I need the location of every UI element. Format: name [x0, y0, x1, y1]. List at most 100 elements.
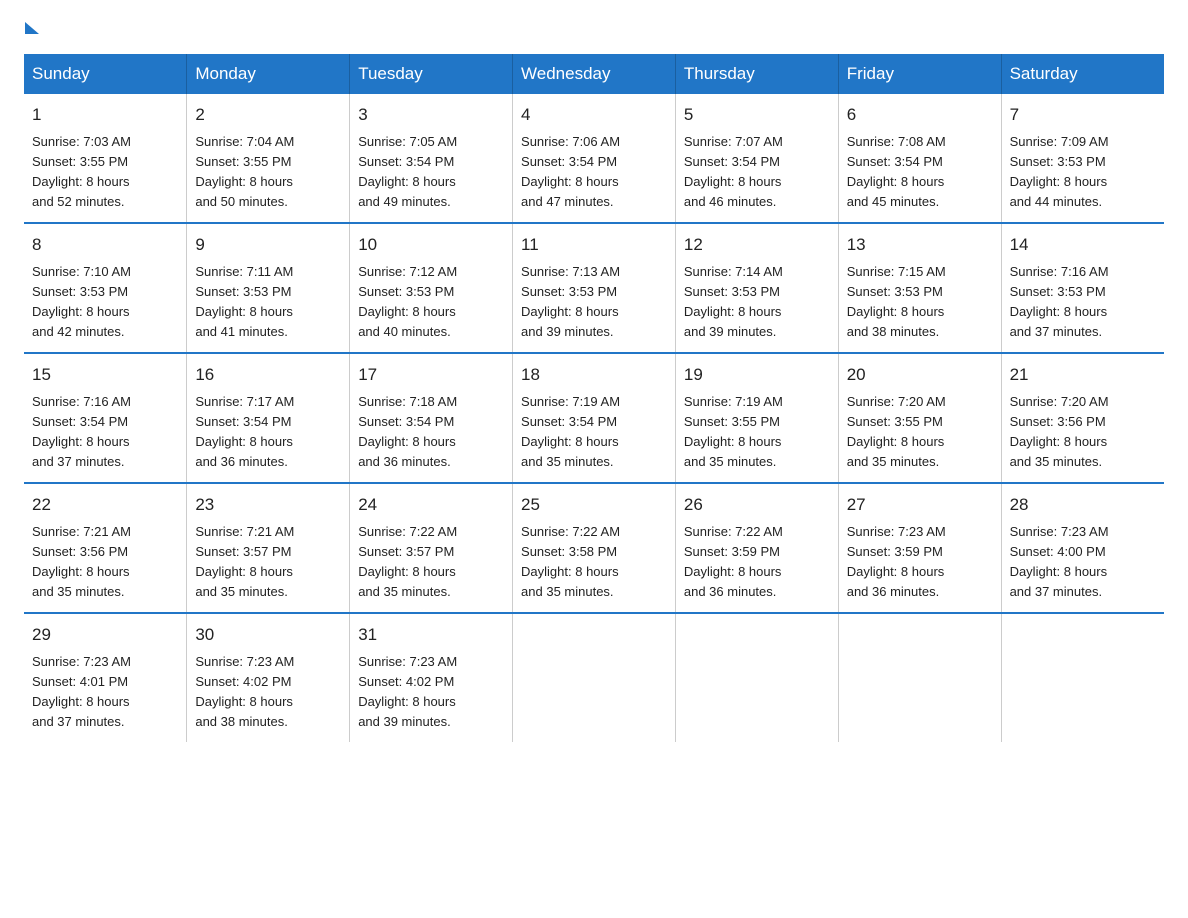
weekday-header-tuesday: Tuesday [350, 54, 513, 94]
weekday-header-row: SundayMondayTuesdayWednesdayThursdayFrid… [24, 54, 1164, 94]
day-number: 26 [684, 492, 830, 518]
table-cell: 26Sunrise: 7:22 AMSunset: 3:59 PMDayligh… [675, 483, 838, 613]
day-info: Sunrise: 7:08 AMSunset: 3:54 PMDaylight:… [847, 132, 993, 213]
day-info: Sunrise: 7:19 AMSunset: 3:55 PMDaylight:… [684, 392, 830, 473]
week-row-4: 22 Sunrise: 7:21 AMSunset: 3:56 PMDayligh… [24, 483, 1164, 613]
week-row-3: 15 Sunrise: 7:16 AMSunset: 3:54 PMDayligh… [24, 353, 1164, 483]
table-cell: 6 Sunrise: 7:08 AMSunset: 3:54 PMDaylight… [838, 94, 1001, 223]
table-cell: 11Sunrise: 7:13 AMSunset: 3:53 PMDayligh… [513, 223, 676, 353]
table-cell: 18Sunrise: 7:19 AMSunset: 3:54 PMDayligh… [513, 353, 676, 483]
day-number: 28 [1010, 492, 1156, 518]
weekday-header-thursday: Thursday [675, 54, 838, 94]
day-info: Sunrise: 7:09 AMSunset: 3:53 PMDaylight:… [1010, 132, 1156, 213]
table-cell [1001, 613, 1164, 742]
table-cell: 16 Sunrise: 7:17 AMSunset: 3:54 PMDayligh… [187, 353, 350, 483]
day-number: 8 [32, 232, 178, 258]
table-cell: 2 Sunrise: 7:04 AMSunset: 3:55 PMDaylight… [187, 94, 350, 223]
day-number: 31 [358, 622, 504, 648]
day-info: Sunrise: 7:16 AMSunset: 3:53 PMDaylight:… [1010, 262, 1156, 343]
day-number: 20 [847, 362, 993, 388]
day-number: 1 [32, 102, 178, 128]
table-cell: 20Sunrise: 7:20 AMSunset: 3:55 PMDayligh… [838, 353, 1001, 483]
week-row-1: 1 Sunrise: 7:03 AMSunset: 3:55 PMDaylight… [24, 94, 1164, 223]
day-number: 19 [684, 362, 830, 388]
day-number: 5 [684, 102, 830, 128]
day-info: Sunrise: 7:04 AMSunset: 3:55 PMDaylight:… [195, 132, 341, 213]
day-info: Sunrise: 7:23 AMSunset: 4:02 PMDaylight:… [358, 652, 504, 733]
calendar-header: SundayMondayTuesdayWednesdayThursdayFrid… [24, 54, 1164, 94]
day-number: 10 [358, 232, 504, 258]
day-info: Sunrise: 7:23 AMSunset: 4:01 PMDaylight:… [32, 652, 178, 733]
week-row-2: 8 Sunrise: 7:10 AMSunset: 3:53 PMDaylight… [24, 223, 1164, 353]
day-info: Sunrise: 7:19 AMSunset: 3:54 PMDaylight:… [521, 392, 667, 473]
day-info: Sunrise: 7:12 AMSunset: 3:53 PMDaylight:… [358, 262, 504, 343]
table-cell [838, 613, 1001, 742]
day-number: 9 [195, 232, 341, 258]
day-number: 7 [1010, 102, 1156, 128]
table-cell: 28 Sunrise: 7:23 AMSunset: 4:00 PMDayligh… [1001, 483, 1164, 613]
day-info: Sunrise: 7:03 AMSunset: 3:55 PMDaylight:… [32, 132, 178, 213]
day-number: 14 [1010, 232, 1156, 258]
table-cell: 9 Sunrise: 7:11 AMSunset: 3:53 PMDaylight… [187, 223, 350, 353]
day-number: 16 [195, 362, 341, 388]
table-cell: 31 Sunrise: 7:23 AMSunset: 4:02 PMDayligh… [350, 613, 513, 742]
day-info: Sunrise: 7:15 AMSunset: 3:53 PMDaylight:… [847, 262, 993, 343]
table-cell: 14 Sunrise: 7:16 AMSunset: 3:53 PMDayligh… [1001, 223, 1164, 353]
day-number: 17 [358, 362, 504, 388]
table-cell: 7 Sunrise: 7:09 AMSunset: 3:53 PMDaylight… [1001, 94, 1164, 223]
day-number: 27 [847, 492, 993, 518]
day-info: Sunrise: 7:07 AMSunset: 3:54 PMDaylight:… [684, 132, 830, 213]
day-number: 22 [32, 492, 178, 518]
table-cell: 25 Sunrise: 7:22 AMSunset: 3:58 PMDayligh… [513, 483, 676, 613]
day-number: 25 [521, 492, 667, 518]
day-number: 15 [32, 362, 178, 388]
table-cell: 27 Sunrise: 7:23 AMSunset: 3:59 PMDayligh… [838, 483, 1001, 613]
day-number: 11 [521, 232, 667, 258]
day-info: Sunrise: 7:22 AMSunset: 3:58 PMDaylight:… [521, 522, 667, 603]
day-info: Sunrise: 7:22 AMSunset: 3:57 PMDaylight:… [358, 522, 504, 603]
day-info: Sunrise: 7:23 AMSunset: 4:00 PMDaylight:… [1010, 522, 1156, 603]
table-cell: 30 Sunrise: 7:23 AMSunset: 4:02 PMDayligh… [187, 613, 350, 742]
table-cell: 12Sunrise: 7:14 AMSunset: 3:53 PMDayligh… [675, 223, 838, 353]
day-number: 2 [195, 102, 341, 128]
week-row-5: 29 Sunrise: 7:23 AMSunset: 4:01 PMDayligh… [24, 613, 1164, 742]
table-cell: 10 Sunrise: 7:12 AMSunset: 3:53 PMDayligh… [350, 223, 513, 353]
day-info: Sunrise: 7:21 AMSunset: 3:57 PMDaylight:… [195, 522, 341, 603]
table-cell: 17 Sunrise: 7:18 AMSunset: 3:54 PMDayligh… [350, 353, 513, 483]
table-cell: 1 Sunrise: 7:03 AMSunset: 3:55 PMDaylight… [24, 94, 187, 223]
table-cell: 24 Sunrise: 7:22 AMSunset: 3:57 PMDayligh… [350, 483, 513, 613]
page-header [24, 24, 1164, 34]
day-number: 24 [358, 492, 504, 518]
day-info: Sunrise: 7:18 AMSunset: 3:54 PMDaylight:… [358, 392, 504, 473]
day-info: Sunrise: 7:17 AMSunset: 3:54 PMDaylight:… [195, 392, 341, 473]
weekday-header-friday: Friday [838, 54, 1001, 94]
day-info: Sunrise: 7:21 AMSunset: 3:56 PMDaylight:… [32, 522, 178, 603]
table-cell: 21Sunrise: 7:20 AMSunset: 3:56 PMDayligh… [1001, 353, 1164, 483]
day-info: Sunrise: 7:23 AMSunset: 4:02 PMDaylight:… [195, 652, 341, 733]
day-info: Sunrise: 7:23 AMSunset: 3:59 PMDaylight:… [847, 522, 993, 603]
table-cell [513, 613, 676, 742]
day-number: 29 [32, 622, 178, 648]
table-cell: 15 Sunrise: 7:16 AMSunset: 3:54 PMDayligh… [24, 353, 187, 483]
weekday-header-sunday: Sunday [24, 54, 187, 94]
day-number: 21 [1010, 362, 1156, 388]
day-number: 4 [521, 102, 667, 128]
table-cell: 29 Sunrise: 7:23 AMSunset: 4:01 PMDayligh… [24, 613, 187, 742]
day-info: Sunrise: 7:16 AMSunset: 3:54 PMDaylight:… [32, 392, 178, 473]
logo [24, 24, 39, 34]
table-cell: 13 Sunrise: 7:15 AMSunset: 3:53 PMDayligh… [838, 223, 1001, 353]
day-number: 13 [847, 232, 993, 258]
day-number: 6 [847, 102, 993, 128]
day-number: 30 [195, 622, 341, 648]
table-cell [675, 613, 838, 742]
table-cell: 4 Sunrise: 7:06 AMSunset: 3:54 PMDaylight… [513, 94, 676, 223]
day-number: 3 [358, 102, 504, 128]
day-info: Sunrise: 7:11 AMSunset: 3:53 PMDaylight:… [195, 262, 341, 343]
day-info: Sunrise: 7:06 AMSunset: 3:54 PMDaylight:… [521, 132, 667, 213]
day-info: Sunrise: 7:10 AMSunset: 3:53 PMDaylight:… [32, 262, 178, 343]
table-cell: 23 Sunrise: 7:21 AMSunset: 3:57 PMDayligh… [187, 483, 350, 613]
logo-arrow-icon [25, 22, 39, 34]
weekday-header-wednesday: Wednesday [513, 54, 676, 94]
day-number: 23 [195, 492, 341, 518]
table-cell: 19 Sunrise: 7:19 AMSunset: 3:55 PMDayligh… [675, 353, 838, 483]
